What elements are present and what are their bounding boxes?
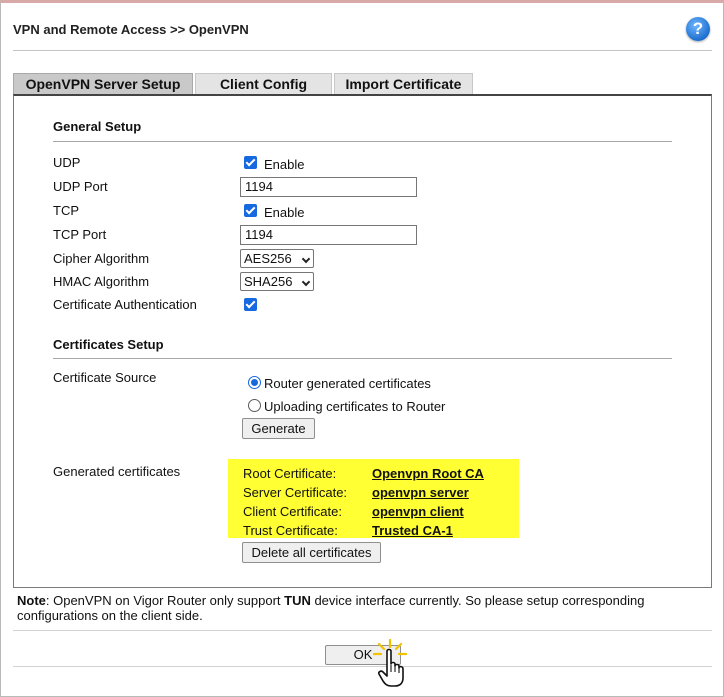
chevron-down-icon xyxy=(301,277,311,287)
cipher-algorithm-select[interactable]: AES256 xyxy=(240,249,314,268)
udp-enable-label: Enable xyxy=(264,157,305,172)
generated-certificates-label: Generated certificates xyxy=(53,464,181,479)
certificate-authentication-checkbox[interactable] xyxy=(244,298,257,311)
upload-certificates-radio[interactable] xyxy=(248,399,261,412)
trust-certificate-label: Trust Certificate: xyxy=(243,523,338,538)
generate-button[interactable]: Generate xyxy=(242,418,315,439)
certificate-authentication-label: Certificate Authentication xyxy=(53,297,197,312)
tab-client-config[interactable]: Client Config xyxy=(195,73,332,95)
client-certificate-label: Client Certificate: xyxy=(243,504,342,519)
tab-import-certificate[interactable]: Import Certificate xyxy=(334,73,473,95)
title-divider xyxy=(13,50,712,51)
tcp-label: TCP xyxy=(53,203,79,218)
udp-port-input[interactable]: 1194 xyxy=(240,177,417,197)
router-generated-label: Router generated certificates xyxy=(264,376,431,391)
bottom-divider-2 xyxy=(13,666,712,667)
certificates-setup-divider xyxy=(53,358,672,359)
udp-label: UDP xyxy=(53,155,81,170)
hmac-algorithm-value: SHA256 xyxy=(244,274,293,289)
certificates-setup-title: Certificates Setup xyxy=(53,337,164,352)
root-certificate-link[interactable]: Openvpn Root CA xyxy=(372,466,484,481)
hmac-algorithm-label: HMAC Algorithm xyxy=(53,274,150,289)
general-setup-divider xyxy=(53,141,672,142)
tcp-enable-checkbox[interactable] xyxy=(244,204,257,217)
note-part1: : OpenVPN on Vigor Router only support xyxy=(45,593,285,608)
udp-enable-checkbox[interactable] xyxy=(244,156,257,169)
delete-all-certificates-button[interactable]: Delete all certificates xyxy=(242,542,381,563)
hand-cursor-icon xyxy=(372,638,408,687)
udp-port-label: UDP Port xyxy=(53,179,108,194)
server-certificate-label: Server Certificate: xyxy=(243,485,348,500)
tab-openvpn-server-setup[interactable]: OpenVPN Server Setup xyxy=(13,73,193,95)
root-certificate-label: Root Certificate: xyxy=(243,466,337,481)
chevron-down-icon xyxy=(301,254,311,264)
note-text: Note: OpenVPN on Vigor Router only suppo… xyxy=(17,593,697,623)
note-prefix: Note xyxy=(17,593,46,608)
upload-certificates-label: Uploading certificates to Router xyxy=(264,399,446,414)
note-bold: TUN xyxy=(284,593,311,608)
cipher-algorithm-label: Cipher Algorithm xyxy=(53,251,150,266)
router-generated-radio[interactable] xyxy=(248,376,261,389)
certificate-source-label: Certificate Source xyxy=(53,370,157,385)
general-setup-title: General Setup xyxy=(53,119,142,134)
help-icon[interactable]: ? xyxy=(686,17,710,41)
cipher-algorithm-value: AES256 xyxy=(244,251,292,266)
tcp-port-label: TCP Port xyxy=(53,227,107,242)
hmac-algorithm-select[interactable]: SHA256 xyxy=(240,272,314,291)
page-title: VPN and Remote Access >> OpenVPN xyxy=(13,22,249,37)
trust-certificate-link[interactable]: Trusted CA-1 xyxy=(372,523,453,538)
tcp-port-input[interactable]: 1194 xyxy=(240,225,417,245)
tcp-enable-label: Enable xyxy=(264,205,305,220)
client-certificate-link[interactable]: openvpn client xyxy=(372,504,464,519)
bottom-divider xyxy=(13,630,712,631)
server-certificate-link[interactable]: openvpn server xyxy=(372,485,469,500)
